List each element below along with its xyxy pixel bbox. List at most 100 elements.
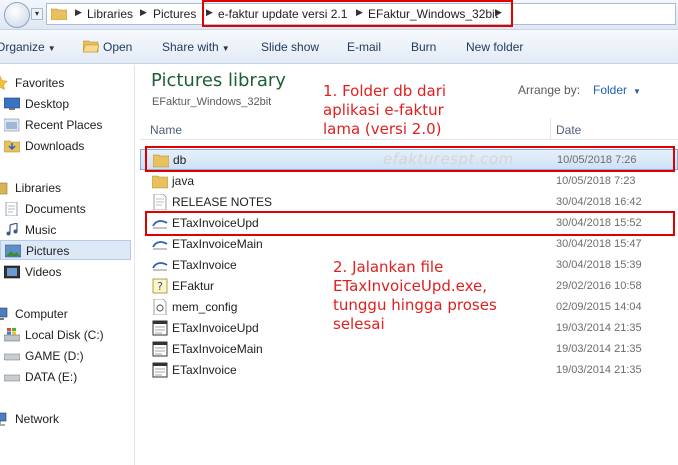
column-divider[interactable] xyxy=(550,118,551,140)
arrange-by-label: Arrange by: xyxy=(518,83,581,97)
nav-desktop[interactable]: Desktop xyxy=(0,94,131,114)
nav-local-disk[interactable]: Local Disk (C:) xyxy=(0,325,131,345)
file-row-release-notes[interactable]: RELEASE NOTES 30/04/2018 16:42 xyxy=(140,192,678,213)
chevron-right-icon[interactable]: ▶ xyxy=(75,7,82,18)
nav-game-drive-label: GAME (D:) xyxy=(25,349,84,363)
annotation-step-1: 1. Folder db dari aplikasi e-faktur lama… xyxy=(323,82,446,139)
nav-libraries-label: Libraries xyxy=(15,181,62,195)
videos-icon xyxy=(4,265,20,279)
nav-music[interactable]: Music xyxy=(0,220,131,240)
window-file-icon xyxy=(152,341,168,357)
file-name: ETaxInvoiceMain xyxy=(172,237,263,251)
file-date: 19/03/2014 21:35 xyxy=(556,322,642,334)
breadcrumb-pictures[interactable]: Pictures xyxy=(153,7,196,21)
nav-pictures[interactable]: Pictures xyxy=(0,240,131,260)
nav-videos[interactable]: Videos xyxy=(0,262,131,282)
arrange-by-dropdown[interactable]: Folder ▼ xyxy=(593,83,641,97)
drive-icon xyxy=(4,374,20,382)
nav-favorites[interactable]: Favorites xyxy=(0,73,131,93)
file-name: ETaxInvoice xyxy=(172,363,237,377)
nav-documents[interactable]: Documents xyxy=(0,199,131,219)
annotation-line: tunggu hingga proses xyxy=(333,296,497,314)
nav-downloads[interactable]: Downloads xyxy=(0,136,131,156)
file-row-etaxinvoicemain-exe[interactable]: ETaxInvoiceMain 30/04/2018 15:47 xyxy=(140,234,678,255)
file-date: 10/05/2018 7:23 xyxy=(556,175,636,187)
file-date: 29/02/2016 10:58 xyxy=(556,280,642,292)
email-button[interactable]: E-mail xyxy=(347,40,381,54)
column-date-header[interactable]: Date xyxy=(556,123,581,137)
share-with-button[interactable]: Share with ▼ xyxy=(162,40,230,54)
file-name: EFaktur xyxy=(172,279,215,293)
file-name: ETaxInvoiceUpd xyxy=(172,321,259,335)
open-label: Open xyxy=(103,40,133,54)
file-row-etaxinvoicemain[interactable]: ETaxInvoiceMain 19/03/2014 21:35 xyxy=(140,339,678,360)
downloads-folder-icon xyxy=(4,140,20,153)
star-icon xyxy=(0,76,8,90)
db-folder-highlight-box xyxy=(145,146,675,172)
back-button[interactable] xyxy=(4,2,30,28)
window-file-icon xyxy=(152,320,168,336)
file-date: 19/03/2014 21:35 xyxy=(556,343,642,355)
chevron-down-icon: ▼ xyxy=(47,44,56,53)
chevron-down-icon: ▼ xyxy=(221,44,230,53)
slide-show-button[interactable]: Slide show xyxy=(261,40,319,54)
organize-button[interactable]: Organize ▼ xyxy=(0,40,56,54)
arrange-by-value: Folder xyxy=(593,83,628,97)
nav-data-drive-label: DATA (E:) xyxy=(25,370,78,384)
annotation-line: lama (versi 2.0) xyxy=(323,120,442,138)
file-row-etaxinvoice[interactable]: ETaxInvoice 19/03/2014 21:35 xyxy=(140,360,678,381)
navigation-pane: Favorites Desktop Recent Places Download… xyxy=(0,65,135,465)
computer-icon xyxy=(0,307,8,320)
library-title: Pictures library xyxy=(151,70,286,91)
open-folder-icon xyxy=(83,40,99,53)
documents-icon xyxy=(5,202,18,216)
network-icon xyxy=(0,412,7,426)
file-date: 30/04/2018 15:39 xyxy=(556,259,642,271)
nav-pictures-label: Pictures xyxy=(26,244,70,258)
file-date: 02/09/2015 14:04 xyxy=(556,301,642,313)
etaxinvoiceupd-highlight-box xyxy=(145,211,675,236)
nav-music-label: Music xyxy=(25,223,57,237)
column-name-header[interactable]: Name xyxy=(150,123,182,137)
nav-downloads-label: Downloads xyxy=(25,139,85,153)
desktop-icon xyxy=(4,97,20,110)
libraries-icon xyxy=(0,182,8,195)
help-file-icon: ? xyxy=(152,278,168,294)
windows-drive-icon xyxy=(4,328,20,342)
nav-recent-places[interactable]: Recent Places xyxy=(0,115,131,135)
nav-desktop-label: Desktop xyxy=(25,97,70,111)
recent-places-icon xyxy=(4,118,20,132)
new-folder-button[interactable]: New folder xyxy=(466,40,523,54)
nav-local-disk-label: Local Disk (C:) xyxy=(25,328,104,342)
nav-favorites-label: Favorites xyxy=(15,76,65,90)
annotation-line: 1. Folder db dari xyxy=(323,82,447,100)
window-file-icon xyxy=(152,362,168,378)
svg-text:?: ? xyxy=(157,280,163,293)
open-button[interactable]: Open xyxy=(83,40,132,54)
annotation-line: 2. Jalankan file xyxy=(333,258,444,276)
nav-network[interactable]: Network xyxy=(0,409,131,429)
nav-computer-label: Computer xyxy=(15,307,68,321)
file-name: RELEASE NOTES xyxy=(172,195,273,209)
file-name: ETaxInvoiceMain xyxy=(172,342,263,356)
drive-icon xyxy=(4,353,20,361)
burn-button[interactable]: Burn xyxy=(411,40,436,54)
file-name: java xyxy=(172,174,195,188)
organize-label: Organize xyxy=(0,40,45,54)
file-row-java[interactable]: java 10/05/2018 7:23 xyxy=(140,171,678,192)
nav-data-drive[interactable]: DATA (E:) xyxy=(0,367,131,387)
library-subtitle: EFaktur_Windows_32bit xyxy=(152,96,272,108)
recent-pages-dropdown[interactable]: ▾ xyxy=(31,8,43,20)
share-with-label: Share with xyxy=(162,40,219,54)
app-icon xyxy=(152,241,168,250)
pictures-icon xyxy=(5,244,21,258)
nav-computer[interactable]: Computer xyxy=(0,304,131,324)
nav-game-drive[interactable]: GAME (D:) xyxy=(0,346,131,366)
file-name: ETaxInvoice xyxy=(172,258,237,272)
annotation-line: selesai xyxy=(333,315,385,333)
app-icon xyxy=(152,262,168,271)
chevron-right-icon[interactable]: ▶ xyxy=(140,7,147,18)
breadcrumb-libraries[interactable]: Libraries xyxy=(87,7,133,21)
file-date: 30/04/2018 15:47 xyxy=(556,238,642,250)
nav-libraries[interactable]: Libraries xyxy=(0,178,131,198)
